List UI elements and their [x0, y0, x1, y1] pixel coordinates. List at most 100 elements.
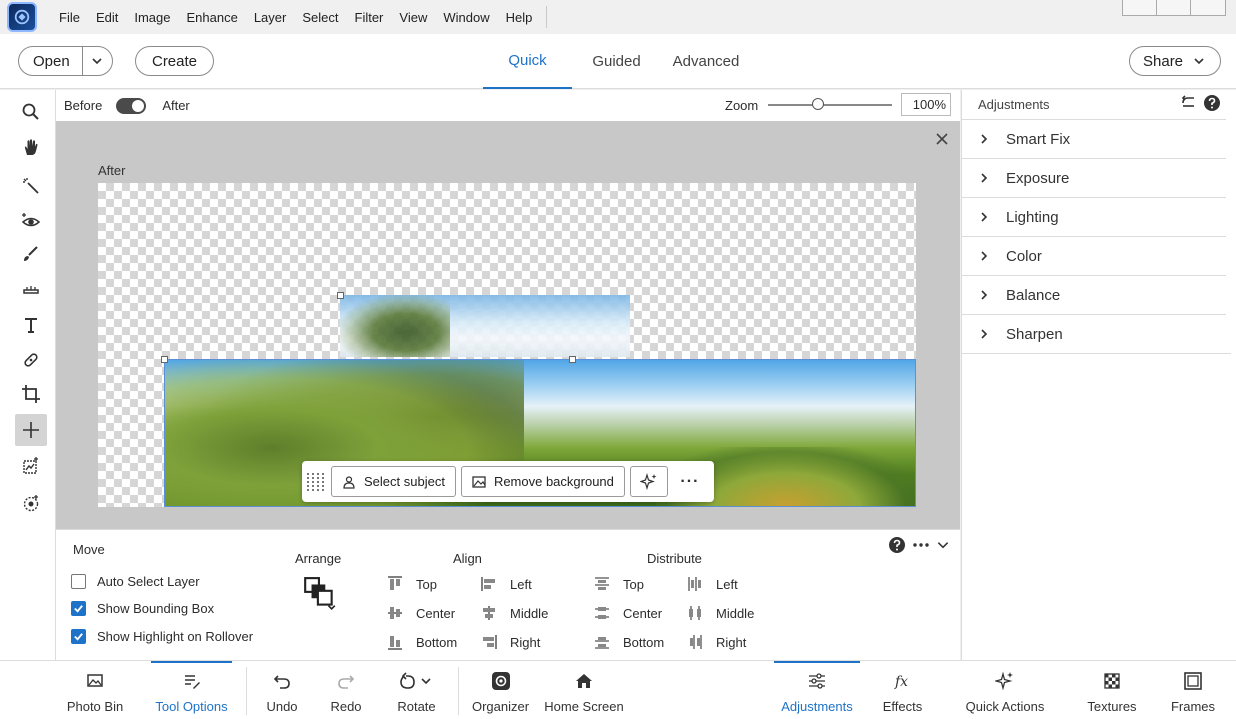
- chevron-down-icon[interactable]: [936, 538, 950, 552]
- checker-icon: [1104, 673, 1120, 689]
- menu-help[interactable]: Help: [498, 10, 541, 25]
- adjustment-color[interactable]: Color: [962, 236, 1226, 275]
- move-tool[interactable]: [15, 414, 47, 446]
- adjustment-balance[interactable]: Balance: [962, 275, 1226, 314]
- zoom-tool[interactable]: [15, 96, 47, 128]
- content-aware-move-tool[interactable]: [15, 450, 47, 482]
- distribute-right-button[interactable]: Right: [686, 633, 746, 651]
- transform-handle[interactable]: [161, 356, 168, 363]
- menu-image[interactable]: Image: [126, 10, 178, 25]
- align-middle-button[interactable]: Middle: [480, 604, 548, 622]
- perfect-portrait-tool[interactable]: [15, 487, 47, 519]
- align-bottom-button[interactable]: Bottom: [386, 633, 457, 651]
- rotate-button[interactable]: Rotate: [389, 661, 444, 719]
- spot-healing-tool[interactable]: [15, 344, 47, 376]
- organizer-button[interactable]: Organizer: [468, 661, 533, 719]
- show-bounding-box-checkbox[interactable]: Show Bounding Box: [71, 601, 214, 616]
- menu-edit[interactable]: Edit: [88, 10, 126, 25]
- effects-button[interactable]: fx Effects: [872, 661, 933, 719]
- open-dropdown[interactable]: [83, 55, 112, 67]
- checkbox-box[interactable]: [71, 574, 86, 589]
- app-logo: [7, 2, 37, 32]
- tab-advanced[interactable]: Advanced: [661, 34, 751, 89]
- home-screen-button[interactable]: Home Screen: [543, 661, 625, 719]
- adjustments-button[interactable]: Adjustments: [774, 661, 860, 719]
- textures-button[interactable]: Textures: [1081, 661, 1143, 719]
- auto-select-layer-checkbox[interactable]: Auto Select Layer: [71, 574, 200, 589]
- before-after-toggle[interactable]: [116, 97, 147, 114]
- open-button[interactable]: Open: [18, 46, 113, 76]
- distribute-bottom-button[interactable]: Bottom: [593, 633, 664, 651]
- zoom-value-field[interactable]: 100%: [901, 93, 951, 116]
- adjustment-exposure[interactable]: Exposure: [962, 158, 1226, 197]
- menu-select[interactable]: Select: [294, 10, 346, 25]
- photo-bin-button[interactable]: Photo Bin: [56, 661, 134, 719]
- maximize-button[interactable]: [1157, 0, 1191, 15]
- straighten-tool[interactable]: [15, 273, 47, 305]
- arrange-button[interactable]: [303, 576, 349, 612]
- tab-quick[interactable]: Quick: [483, 34, 572, 89]
- remove-background-button[interactable]: Remove background: [460, 466, 625, 497]
- rotate-icon: [399, 672, 431, 689]
- frames-button[interactable]: Frames: [1165, 661, 1221, 719]
- more-options-button[interactable]: ···: [670, 473, 710, 491]
- help-icon[interactable]: [888, 536, 906, 554]
- align-top-button[interactable]: Top: [386, 575, 437, 593]
- menu-window[interactable]: Window: [435, 10, 497, 25]
- distribute-top-button[interactable]: Top: [593, 575, 644, 593]
- canvas-area[interactable]: After Select subject Remove background ·…: [56, 121, 960, 529]
- red-eye-tool[interactable]: [15, 205, 47, 237]
- adjustment-label: Color: [1006, 247, 1042, 265]
- menu-enhance[interactable]: Enhance: [179, 10, 246, 25]
- quick-actions-button[interactable]: Quick Actions: [960, 661, 1050, 719]
- type-tool[interactable]: [15, 309, 47, 341]
- menu-layer[interactable]: Layer: [246, 10, 295, 25]
- zoom-slider-track[interactable]: [768, 104, 892, 106]
- quick-selection-tool[interactable]: [15, 170, 47, 202]
- checkbox-box[interactable]: [71, 629, 86, 644]
- sliders-icon: [809, 673, 825, 689]
- reset-icon[interactable]: [1179, 94, 1197, 112]
- brush-icon: [24, 246, 38, 261]
- zoom-slider-handle[interactable]: [811, 98, 824, 110]
- help-icon[interactable]: [1203, 94, 1221, 112]
- photo-layer-fragment[interactable]: [340, 295, 630, 357]
- more-icon[interactable]: [912, 536, 930, 554]
- tool-options-button[interactable]: Tool Options: [151, 661, 232, 719]
- align-left-button[interactable]: Left: [480, 575, 532, 593]
- auto-enhance-button[interactable]: [629, 466, 668, 497]
- align-center-button[interactable]: Center: [386, 604, 455, 622]
- adjustment-sharpen[interactable]: Sharpen: [962, 314, 1226, 353]
- transform-handle[interactable]: [337, 292, 344, 299]
- whiten-teeth-tool[interactable]: [15, 238, 47, 270]
- close-icon[interactable]: [934, 131, 950, 147]
- document-canvas[interactable]: [98, 183, 916, 507]
- align-right-button[interactable]: Right: [480, 633, 540, 651]
- undo-button[interactable]: Undo: [256, 661, 308, 719]
- drag-grip-icon[interactable]: [306, 467, 326, 497]
- tab-guided[interactable]: Guided: [572, 34, 661, 89]
- before-label: Before: [64, 98, 103, 113]
- share-button[interactable]: Share: [1129, 46, 1221, 76]
- adjustment-lighting[interactable]: Lighting: [962, 197, 1226, 236]
- adjustment-smart-fix[interactable]: Smart Fix: [962, 119, 1226, 158]
- create-button[interactable]: Create: [135, 46, 214, 76]
- photo-bin-icon: [87, 674, 103, 687]
- select-subject-button[interactable]: Select subject: [331, 466, 456, 497]
- hand-tool[interactable]: [15, 131, 47, 163]
- minimize-button[interactable]: [1123, 0, 1157, 15]
- redo-button[interactable]: Redo: [322, 661, 370, 719]
- distribute-center-button[interactable]: Center: [593, 604, 662, 622]
- organizer-icon: [491, 672, 510, 690]
- crop-tool[interactable]: [15, 378, 47, 410]
- checkbox-box[interactable]: [71, 601, 86, 616]
- menu-view[interactable]: View: [391, 10, 435, 25]
- menu-filter[interactable]: Filter: [347, 10, 392, 25]
- distribute-left-button[interactable]: Left: [686, 575, 738, 593]
- menu-file[interactable]: File: [51, 10, 88, 25]
- chevron-right-icon: [981, 212, 988, 222]
- distribute-middle-button[interactable]: Middle: [686, 604, 754, 622]
- show-highlight-checkbox[interactable]: Show Highlight on Rollover: [71, 629, 253, 644]
- close-window-button[interactable]: [1191, 0, 1225, 15]
- transform-handle[interactable]: [569, 356, 576, 363]
